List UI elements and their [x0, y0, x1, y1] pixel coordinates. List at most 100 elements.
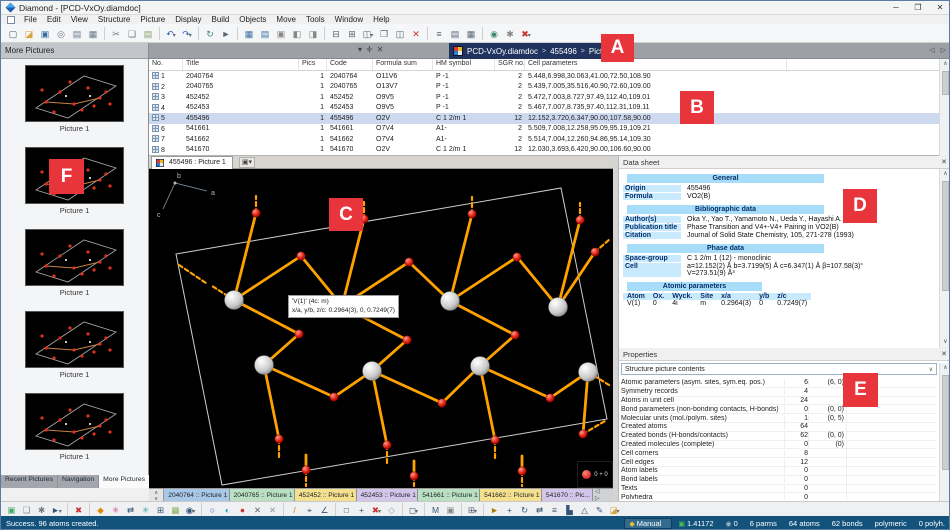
menu-window[interactable]: Window — [330, 15, 368, 24]
play-icon[interactable]: ►▾ — [50, 503, 64, 516]
pane-close-icon[interactable]: ✕ — [377, 45, 384, 54]
add-atom-icon[interactable]: ◆ — [94, 503, 108, 516]
scroll-up-icon[interactable]: ∧ — [940, 59, 950, 70]
zoom-indicator[interactable]: ▣ 1.41172 — [672, 519, 719, 528]
document-icon[interactable] — [7, 16, 15, 24]
copy-icon[interactable]: ❏ — [125, 26, 140, 41]
save-icon[interactable]: ▣ — [38, 26, 53, 41]
menu-display[interactable]: Display — [170, 15, 206, 24]
picture-thumbnail[interactable]: Picture 1 — [25, 65, 124, 133]
redo-icon[interactable]: ↷▾ — [180, 26, 195, 41]
tile-vertical-icon[interactable]: ⊞ — [345, 26, 360, 41]
destroy-bonds-icon[interactable]: ✕ — [251, 503, 265, 516]
close-icon[interactable]: ✕ — [941, 158, 947, 166]
tab-spinner[interactable]: ∧∨ — [149, 489, 164, 501]
move-icon[interactable]: + — [355, 503, 369, 516]
pointer-select-icon[interactable]: ► — [488, 503, 502, 516]
mode-indicator[interactable]: ◆ Manual — [624, 518, 672, 529]
picture-tab[interactable]: 2040765 :: Picture 1 — [230, 489, 295, 501]
tab-scroll-arrows[interactable]: ◁ ▷ — [929, 46, 948, 54]
destroy-all-icon[interactable]: ✖ — [72, 503, 86, 516]
dropdown-caret-icon[interactable]: ▾ — [528, 33, 531, 39]
table-row[interactable]: 1204076412040764O11V6P -125.448,6.998,30… — [149, 71, 939, 82]
table-row[interactable]: 75416621541662O7V4A1-25.514,7.004,12.260… — [149, 134, 939, 145]
table-row[interactable]: 2204076512040765O13V7P -125.439,7.005,35… — [149, 82, 939, 93]
chart-icon[interactable]: ▙ — [563, 503, 577, 516]
move-mode-icon[interactable]: + — [503, 503, 517, 516]
menu-move[interactable]: Move — [271, 15, 301, 24]
dropdown-caret-icon[interactable]: ▾ — [192, 509, 195, 515]
picture-tab[interactable]: 541662 :: Picture 1 — [480, 489, 542, 501]
menu-edit[interactable]: Edit — [42, 15, 66, 24]
maximize-button[interactable]: ❐ — [907, 1, 929, 14]
menu-objects[interactable]: Objects — [234, 15, 271, 24]
frame-icon[interactable]: ◻▾ — [407, 503, 421, 516]
delete-icon[interactable]: ✖▾ — [519, 26, 534, 41]
fill-cell-icon[interactable]: ▦ — [169, 503, 183, 516]
undo-icon[interactable]: ↶▾ — [164, 26, 179, 41]
connect-atoms-icon[interactable]: ⇄ — [124, 503, 138, 516]
table-scrollbar[interactable]: ∧ — [939, 59, 950, 156]
new-picture-icon[interactable]: ▣ — [5, 503, 19, 516]
copy-picture-icon[interactable]: ❏ — [20, 503, 34, 516]
menu-picture[interactable]: Picture — [135, 15, 170, 24]
zoom-mode-icon[interactable]: ⇄ — [533, 503, 547, 516]
tools-icon[interactable]: ✱ — [503, 26, 518, 41]
refresh-icon[interactable]: ↻ — [203, 26, 218, 41]
slideshow-icon[interactable]: ◨ — [306, 26, 321, 41]
scrollbar-thumb[interactable] — [942, 375, 949, 470]
properties-selector-dropdown[interactable]: Structure picture contents∨ — [621, 363, 937, 375]
coordination-sphere-icon[interactable]: ○ — [206, 503, 220, 516]
angle-icon[interactable]: ∠ — [318, 503, 332, 516]
picture-thumbnail[interactable]: Picture 1 — [25, 229, 124, 297]
table-view-icon[interactable]: ▦ — [242, 26, 257, 41]
atom-design-icon[interactable]: ● — [236, 503, 250, 516]
breadcrumb-entry[interactable]: 455496 — [550, 47, 577, 56]
dropdown-caret-icon[interactable]: ▾ — [59, 509, 62, 515]
picture-props-icon[interactable]: ▣ — [444, 503, 458, 516]
panel-tab-recent-pictures[interactable]: Recent Pictures — [1, 475, 58, 488]
dropdown-caret-icon[interactable]: ▾ — [378, 509, 381, 515]
thumbnail-image[interactable] — [25, 311, 124, 368]
table-row[interactable]: 54554961455496O2VC 1 2/m 11212.152,3.720… — [149, 113, 939, 124]
scroll-down-icon[interactable]: ∨ — [940, 337, 950, 348]
thumbnail-image[interactable] — [25, 393, 124, 450]
menu-build[interactable]: Build — [207, 15, 235, 24]
dropdown-caret-icon[interactable]: ▾ — [370, 33, 373, 39]
molecule-icon[interactable]: ✳ — [139, 503, 153, 516]
column-header-pics[interactable]: Pics — [299, 59, 327, 70]
delete-object-icon[interactable]: ✖▾ — [370, 503, 384, 516]
tile-grid-icon[interactable]: ◫▾ — [361, 26, 376, 41]
pane-menu-icon[interactable]: ▾ — [358, 45, 362, 54]
table-row[interactable]: 34524521452452O9V5P -125.472,7.003,8.727… — [149, 92, 939, 103]
properties-scrollbar[interactable]: ∧ — [939, 363, 950, 501]
table-row[interactable]: 85416701541670O2VC 1 2/m 11212.030,3.693… — [149, 145, 939, 156]
triangle-icon[interactable]: △ — [578, 503, 592, 516]
scroll-up-icon[interactable]: ∧ — [940, 363, 950, 374]
datasheet-pane-icon[interactable]: ▤ — [448, 26, 463, 41]
pen-icon[interactable]: ✎ — [593, 503, 607, 516]
scrollbar-thumb[interactable] — [942, 71, 949, 95]
menu-structure[interactable]: Structure — [93, 15, 135, 24]
broken-sphere-icon[interactable]: ◐ — [221, 503, 235, 516]
add-all-atoms-icon[interactable]: ✳ — [109, 503, 123, 516]
label-icon[interactable]: M — [429, 503, 443, 516]
paste-icon[interactable]: ▤ — [141, 26, 156, 41]
dropdown-caret-icon[interactable]: ▾ — [617, 509, 620, 515]
new-window-icon[interactable]: ❒ — [377, 26, 392, 41]
pointer-icon[interactable]: ► — [219, 26, 234, 41]
tab-scroll-arrows[interactable]: ◁ ▷ — [593, 489, 613, 501]
dropdown-caret-icon[interactable]: ▾ — [189, 33, 192, 39]
stats-icon[interactable]: ≡ — [548, 503, 562, 516]
close-icon[interactable]: ✕ — [941, 350, 947, 358]
picture-frame-icon[interactable]: ▣ — [274, 26, 289, 41]
cell-edges-icon[interactable]: □ — [340, 503, 354, 516]
navigator-icon[interactable]: ◉ — [487, 26, 502, 41]
column-header-hm[interactable]: HM symbol — [433, 59, 495, 70]
picture-tab[interactable]: 452453 :: Picture 1 — [357, 489, 419, 501]
column-header-sgr[interactable]: SGR no. — [495, 59, 525, 70]
datasheet-scrollbar[interactable]: ∧ ∨ — [939, 169, 950, 348]
destroy-contacts-icon[interactable]: ✕ — [266, 503, 280, 516]
column-header-no[interactable]: No. — [149, 59, 183, 70]
picture-thumbnail[interactable]: Picture 1 — [25, 311, 124, 379]
